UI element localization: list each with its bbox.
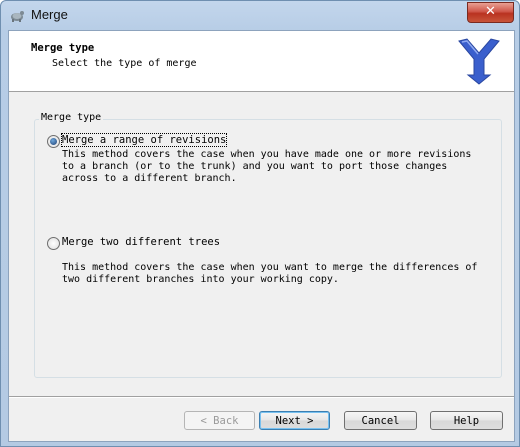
close-button[interactable]: ✕ [467, 2, 514, 23]
merge-range-option-label[interactable]: Merge a range of revisions [60, 133, 228, 147]
merge-trees-radio[interactable] [47, 237, 60, 250]
merge-trees-description: This method covers the case when you wan… [62, 262, 478, 285]
merge-logo-icon [458, 38, 500, 85]
title-bar[interactable]: Merge ✕ [1, 1, 519, 29]
cancel-button[interactable]: Cancel [344, 411, 417, 430]
back-button[interactable]: < Back [184, 411, 255, 430]
button-separator [9, 396, 514, 398]
merge-range-radio[interactable] [47, 135, 60, 148]
close-icon: ✕ [485, 4, 496, 19]
next-button[interactable]: Next > [259, 411, 330, 430]
merge-trees-option-label[interactable]: Merge two different trees [62, 236, 220, 248]
header-subtitle: Select the type of merge [52, 58, 197, 69]
merge-type-group-label: Merge type [39, 112, 104, 123]
dialog-client-area: Merge type Select the type of merge Merg… [8, 30, 515, 442]
merge-dialog-window: Merge ✕ Merge type Select the type of me… [0, 0, 520, 447]
header-title: Merge type [31, 42, 95, 54]
tortoise-app-icon [11, 11, 24, 22]
window-title: Merge [31, 7, 68, 22]
merge-range-description: This method covers the case when you hav… [62, 149, 472, 184]
wizard-header: Merge type Select the type of merge [9, 31, 514, 92]
help-button[interactable]: Help [430, 411, 503, 430]
